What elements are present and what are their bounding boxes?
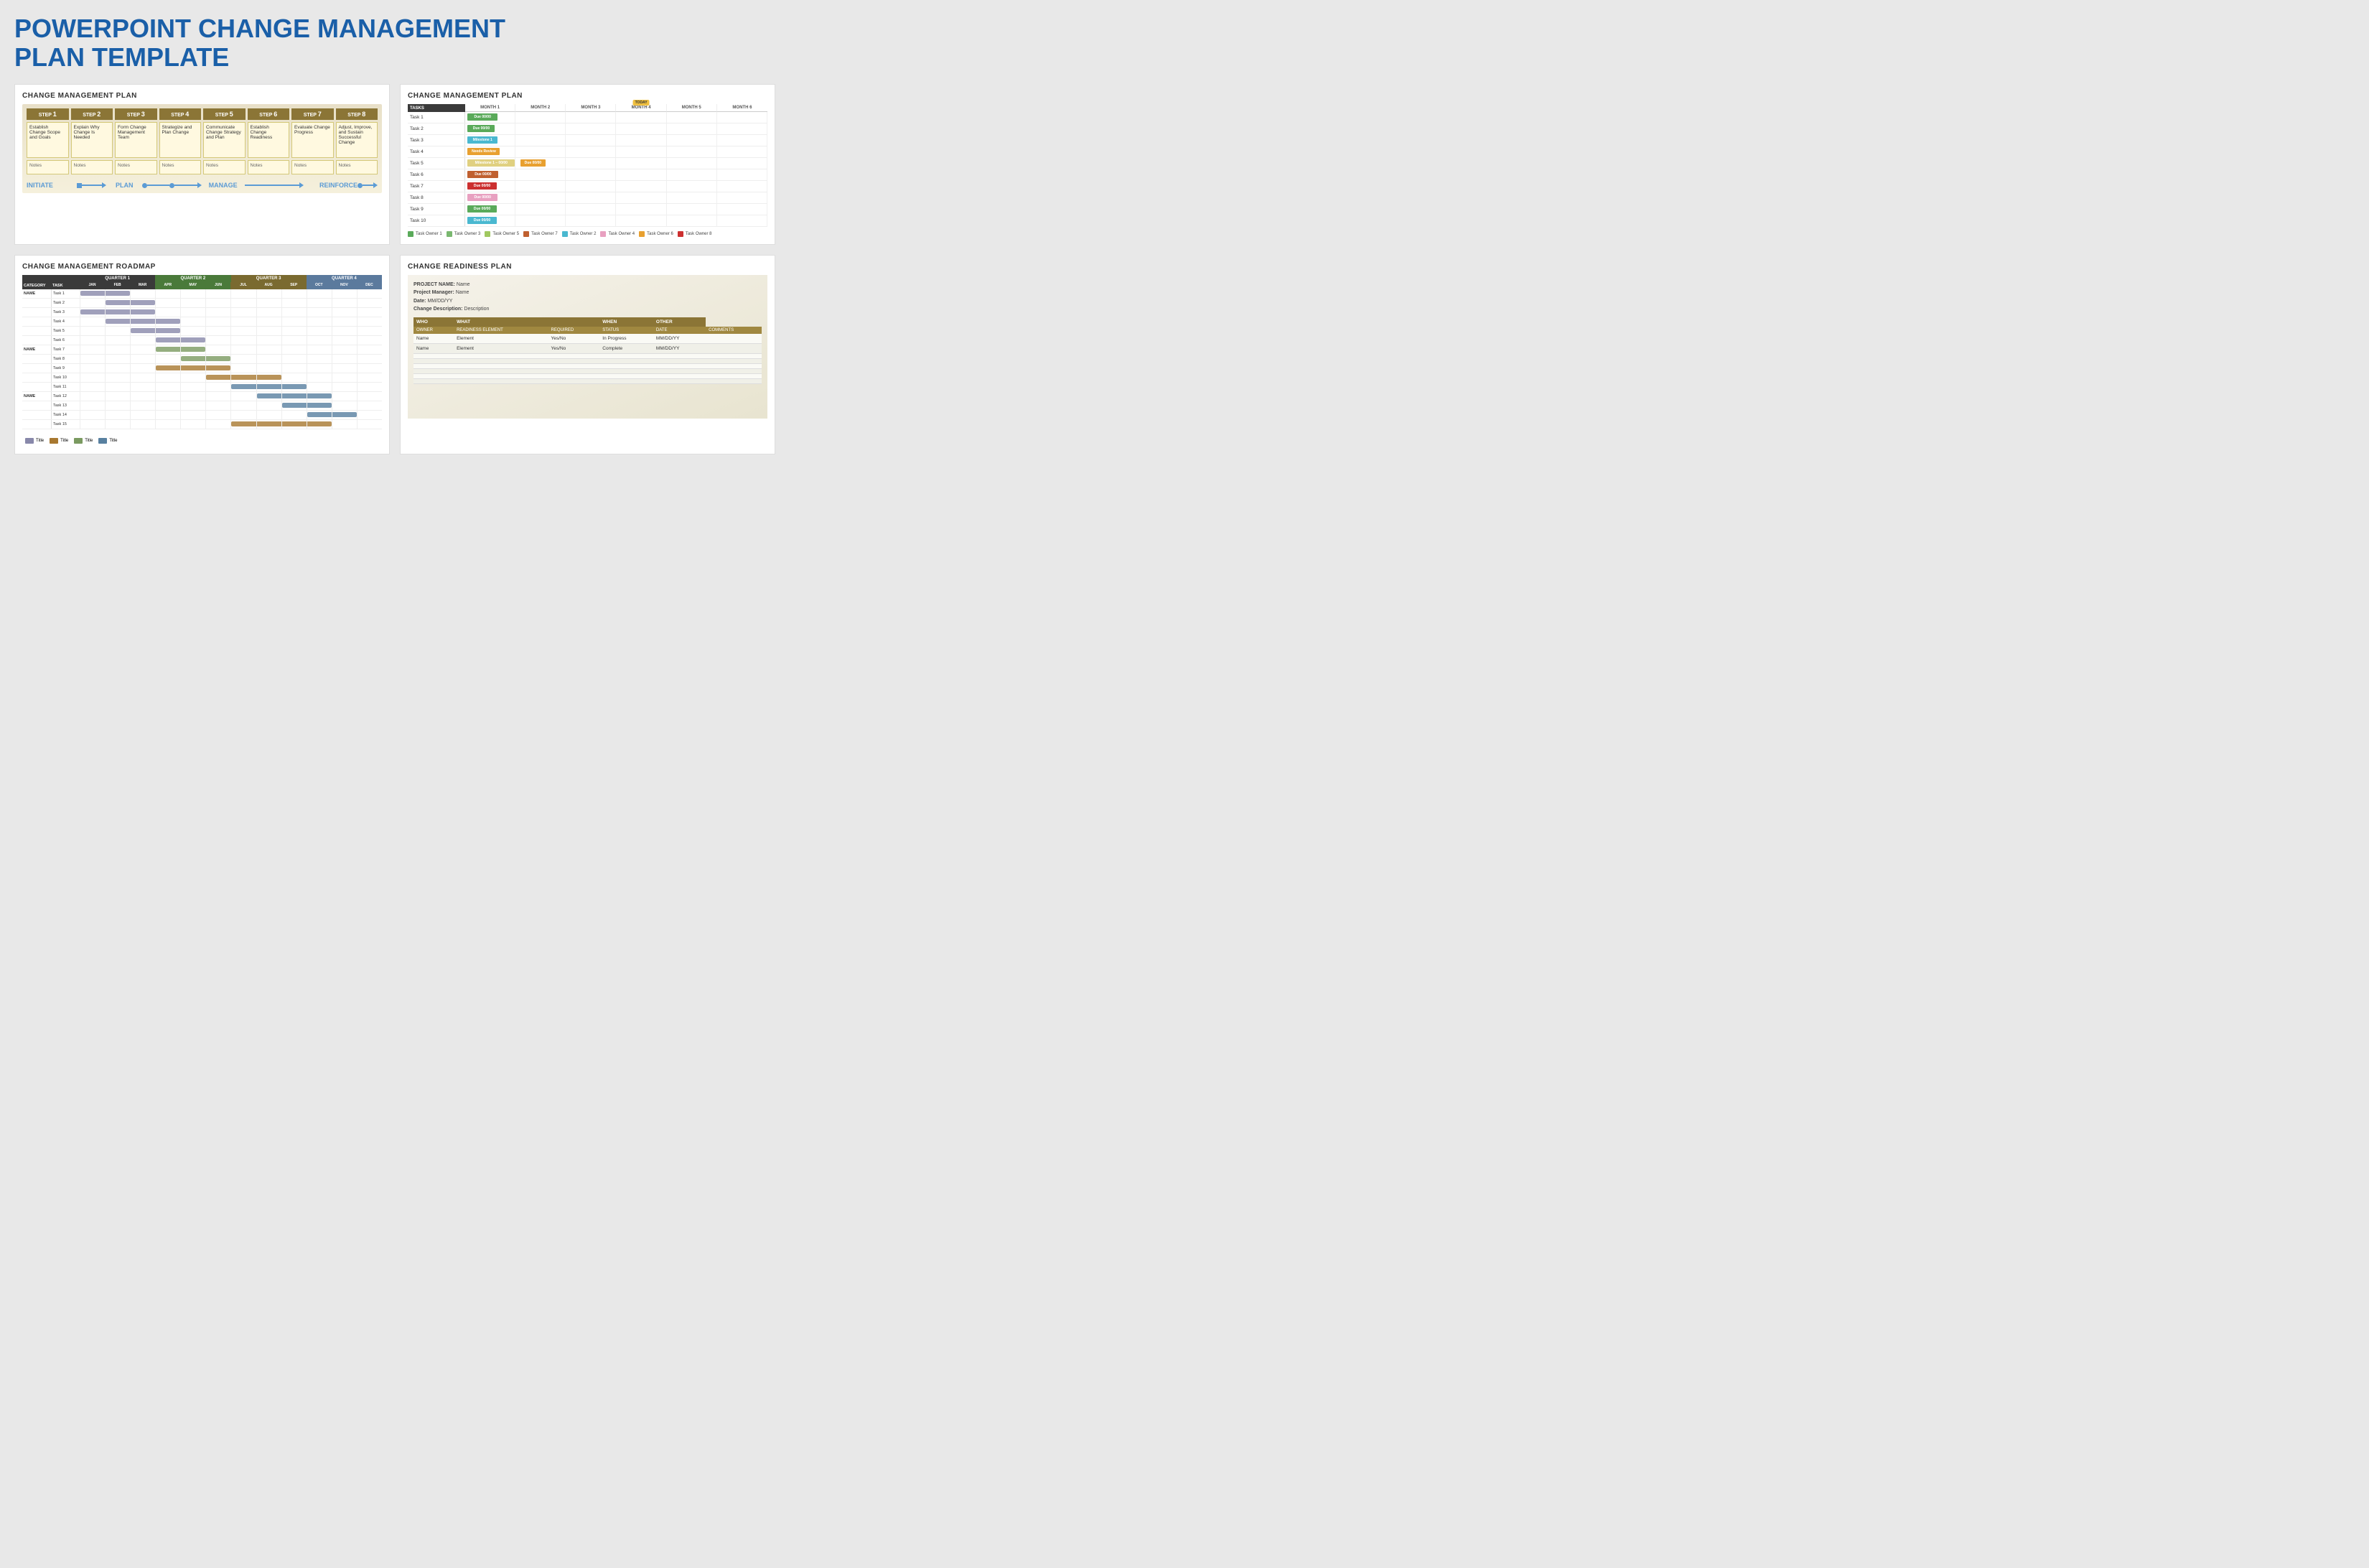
step-col-6: STEP 6 Establish Change Readiness Notes: [248, 108, 290, 174]
gantt-rows: Task 1Due 00/00Task 2Due 00/00Task 3Mile…: [408, 112, 767, 227]
roadmap-row: Task 8: [22, 355, 382, 364]
timeline-row: INITIATE PLAN MANAGE: [27, 182, 378, 189]
roadmap-row: Task 4: [22, 317, 382, 327]
gantt-row: Task 10Due 00/00: [408, 215, 767, 227]
roadmap-row: Task 11: [22, 383, 382, 392]
roadmap-row: Task 15: [22, 420, 382, 429]
tl-dot-1: [77, 183, 82, 188]
panel-steps: CHANGE MANAGEMENT PLAN STEP 1 Establish …: [14, 84, 390, 245]
subh-comments: COMMENTS: [706, 327, 762, 334]
roadmap-row: Task 2: [22, 299, 382, 308]
tl-dot-3: [169, 183, 174, 188]
panel-readiness: CHANGE READINESS PLAN PROJECT NAME: Name…: [400, 255, 775, 454]
readiness-body: NameElementYes/NoIn ProgressMM/DD/YYName…: [413, 334, 762, 384]
gantt-wrapper: TASKS MONTH 1 MONTH 2 MONTH 3 TODAY MONT…: [408, 104, 767, 237]
legend-item-3: Task Owner 3: [447, 231, 481, 237]
gantt-row: Task 6Due 00/00: [408, 169, 767, 181]
readiness-table: WHO WHAT WHEN OTHER OWNER READINESS ELEM…: [413, 317, 762, 384]
subh-element: READINESS ELEMENT: [454, 327, 548, 334]
gantt-row: Task 1Due 00/00: [408, 112, 767, 123]
readiness-row: [413, 368, 762, 373]
readiness-row: NameElementYes/NoCompleteMM/DD/YY: [413, 343, 762, 353]
today-badge: TODAY: [633, 100, 650, 106]
panel-gantt: CHANGE MANAGEMENT PLAN TASKS MONTH 1 MON…: [400, 84, 775, 245]
panel2-title: CHANGE MANAGEMENT PLAN: [408, 92, 767, 100]
gantt-row: Task 4Needs Review: [408, 146, 767, 158]
readiness-row: NameElementYes/NoIn ProgressMM/DD/YY: [413, 334, 762, 344]
tl-dot-4: [358, 183, 363, 188]
panel4-title: CHANGE READINESS PLAN: [408, 263, 767, 271]
steps-grid: STEP 1 Establish Change Scope and Goals …: [27, 108, 378, 174]
roadmap-row: Task 6: [22, 336, 382, 345]
subh-owner: OWNER: [413, 327, 454, 334]
legend-item-5: Task Owner 5: [485, 231, 519, 237]
legend-item-2: Task Owner 2: [562, 231, 597, 237]
timeline-manage: MANAGE: [202, 182, 245, 189]
gantt-legend: Task Owner 1 Task Owner 3 Task Owner 5 T…: [408, 231, 767, 237]
col-who: WHO: [413, 317, 454, 327]
step-col-3: STEP 3 Form Change Management Team Notes: [115, 108, 157, 174]
gantt-row: Task 9Due 00/00: [408, 204, 767, 215]
roadmap-month-headers: CATEGORY TASK JAN FEB MAR APR MAY JUN JU…: [22, 282, 382, 289]
page-title: POWERPOINT CHANGE MANAGEMENT PLAN TEMPLA…: [14, 14, 775, 71]
panel1-title: CHANGE MANAGEMENT PLAN: [22, 92, 382, 100]
roadmap-wrapper: QUARTER 1 QUARTER 2 QUARTER 3 QUARTER 4 …: [22, 275, 382, 447]
panel-roadmap: CHANGE MANAGEMENT ROADMAP QUARTER 1 QUAR…: [14, 255, 390, 454]
readiness-row: [413, 353, 762, 358]
step-col-4: STEP 4 Strategize and Plan Change Notes: [159, 108, 202, 174]
gantt-month-headers: TASKS MONTH 1 MONTH 2 MONTH 3 TODAY MONT…: [408, 104, 767, 112]
roadmap-row: NAMETask 7: [22, 345, 382, 355]
roadmap-row: Task 9: [22, 364, 382, 373]
gantt-row: Task 8Due 00/00: [408, 192, 767, 204]
col-when: WHEN: [599, 317, 653, 327]
roadmap-quarter-headers: QUARTER 1 QUARTER 2 QUARTER 3 QUARTER 4: [22, 275, 382, 282]
readiness-row: [413, 378, 762, 383]
roadmap-row: NAMETask 1: [22, 289, 382, 299]
step-col-2: STEP 2 Explain Why Change Is Needed Note…: [71, 108, 113, 174]
roadmap-rows: NAMETask 1Task 2Task 3Task 4Task 5Task 6…: [22, 289, 382, 429]
gantt-row: Task 5Milestone 1 – 00/00Due 00/00: [408, 158, 767, 169]
timeline-reinforce: REINFORCE: [304, 182, 358, 189]
tl-dot-2: [142, 183, 147, 188]
steps-container: STEP 1 Establish Change Scope and Goals …: [22, 104, 382, 193]
roadmap-row: Task 13: [22, 401, 382, 411]
col-other: OTHER: [653, 317, 706, 327]
readiness-row: [413, 358, 762, 363]
readiness-row: [413, 373, 762, 378]
legend-item-8: Task Owner 8: [678, 231, 712, 237]
subh-date: DATE: [653, 327, 706, 334]
readiness-row: [413, 363, 762, 368]
roadmap-legend: Title Title Title Title: [22, 435, 382, 447]
legend-item-1: Task Owner 1: [408, 231, 442, 237]
step-col-5: STEP 5 Communicate Change Strategy and P…: [203, 108, 246, 174]
gantt-tasks-header: TASKS: [408, 104, 465, 112]
legend-item-4: Task Owner 4: [600, 231, 635, 237]
subh-required: REQUIRED: [548, 327, 600, 334]
panel3-title: CHANGE MANAGEMENT ROADMAP: [22, 263, 382, 271]
step-col-8: STEP 8 Adjust, Improve, and Sustain Succ…: [336, 108, 378, 174]
readiness-meta: PROJECT NAME: Name Project Manager: Name…: [413, 281, 762, 313]
roadmap-row: Task 5: [22, 327, 382, 336]
gantt-row: Task 2Due 00/00: [408, 123, 767, 135]
roadmap-row: Task 10: [22, 373, 382, 383]
roadmap-row: Task 3: [22, 308, 382, 317]
legend-item-7: Task Owner 7: [523, 231, 558, 237]
subh-status: STATUS: [599, 327, 653, 334]
roadmap-row: Task 14: [22, 411, 382, 420]
step-col-7: STEP 7 Evaluate Change Progress Notes: [291, 108, 334, 174]
legend-item-6: Task Owner 6: [639, 231, 673, 237]
roadmap-row: NAMETask 12: [22, 392, 382, 401]
gantt-row: Task 7Due 00/00: [408, 181, 767, 192]
timeline-initiate: INITIATE: [27, 182, 77, 189]
timeline-plan: PLAN: [106, 182, 142, 189]
quadrants-container: CHANGE MANAGEMENT PLAN STEP 1 Establish …: [14, 84, 775, 454]
gantt-row: Task 3Milestone 1: [408, 135, 767, 146]
step-col-1: STEP 1 Establish Change Scope and Goals …: [27, 108, 69, 174]
readiness-wrapper: PROJECT NAME: Name Project Manager: Name…: [408, 275, 767, 419]
col-what: WHAT: [454, 317, 599, 327]
